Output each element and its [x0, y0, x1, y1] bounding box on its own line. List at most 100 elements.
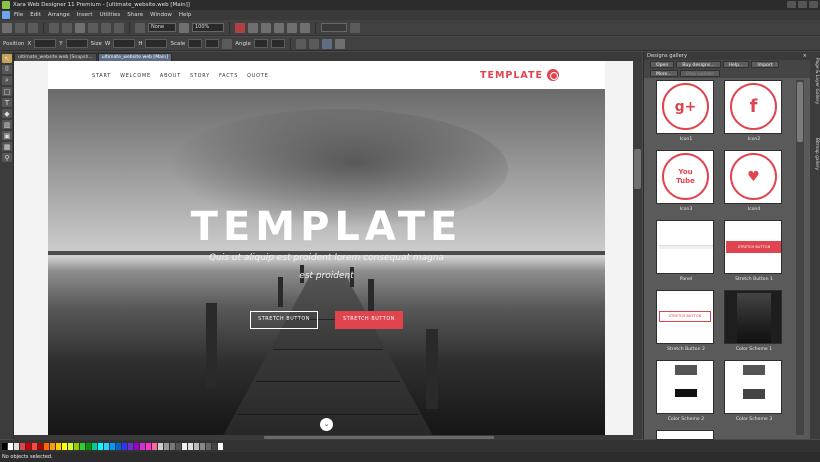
color-swatch[interactable]	[176, 442, 181, 450]
tab-snapshot[interactable]: ultimate_website.web [Snapsh...	[14, 53, 97, 61]
color-swatch[interactable]	[62, 442, 67, 450]
style-select[interactable]: None	[148, 23, 176, 32]
menu-arrange[interactable]: Arrange	[48, 12, 70, 18]
gallery-scrollbar[interactable]	[796, 80, 804, 435]
color-swatch[interactable]	[158, 442, 163, 450]
selector-tool-icon[interactable]: ↖	[2, 54, 12, 63]
hero-section[interactable]: TEMPLATE Quis ut aliquip est proident lo…	[48, 89, 605, 439]
color-swatch[interactable]	[122, 442, 127, 450]
undo-icon[interactable]	[101, 22, 111, 33]
gallery-item[interactable]: f Icon2	[724, 80, 784, 142]
nav-link-facts[interactable]: FACTS	[219, 73, 238, 79]
zoom-tool-icon[interactable]: ⌕	[2, 76, 12, 85]
stretch-button-filled[interactable]: STRETCH BUTTON	[335, 311, 403, 329]
color-swatch[interactable]	[146, 442, 151, 450]
gallery-item[interactable]: ♥ Icon4	[724, 150, 784, 212]
website-page[interactable]: START WELCOME ABOUT STORY FACTS QUOTE TE…	[48, 61, 605, 439]
color-swatch[interactable]	[200, 442, 205, 450]
photo-tool-icon[interactable]: ▦	[2, 142, 12, 151]
color-swatch[interactable]	[8, 442, 13, 450]
tab-bitmap-gallery[interactable]: Bitmap gallery	[811, 138, 819, 170]
color-swatch[interactable]	[20, 442, 25, 450]
web-properties-icon[interactable]	[287, 22, 297, 33]
color-swatch[interactable]	[2, 442, 7, 450]
color-swatch[interactable]	[98, 442, 103, 450]
position-y-field[interactable]	[65, 39, 88, 48]
gallery-item[interactable]: STRETCH BUTTON Stretch Button 1	[724, 220, 784, 282]
scroll-thumb[interactable]	[797, 82, 803, 142]
nav-link-quote[interactable]: QUOTE	[247, 73, 268, 79]
color-swatch[interactable]	[164, 442, 169, 450]
redo-icon[interactable]	[114, 22, 124, 33]
menu-utilities[interactable]: Utilities	[100, 12, 121, 18]
skew-field[interactable]	[270, 39, 285, 48]
color-swatch[interactable]	[80, 442, 85, 450]
maximize-button[interactable]	[798, 1, 807, 8]
size-h-field[interactable]	[145, 39, 168, 48]
stretch-button-outline[interactable]: STRETCH BUTTON	[250, 311, 318, 329]
shadow-tool-icon[interactable]: ▣	[2, 131, 12, 140]
scale-h-field[interactable]	[205, 39, 220, 48]
link-icon[interactable]	[274, 22, 284, 33]
color-swatch[interactable]	[68, 442, 73, 450]
color-swatch[interactable]	[116, 442, 121, 450]
tab-main[interactable]: ultimate_website.web [Main]	[97, 53, 172, 61]
color-swatch[interactable]	[32, 442, 37, 450]
gallery-item[interactable]: STRETCH BUTTON Stretch Button 2	[656, 290, 716, 352]
gallery-item[interactable]: Color Scheme 1	[724, 290, 784, 352]
delete-icon[interactable]	[88, 22, 98, 33]
color-swatch[interactable]	[56, 442, 61, 450]
gallery-import-button[interactable]: Import	[751, 61, 779, 68]
text-tool-icon[interactable]: T	[2, 98, 12, 107]
gallery-item[interactable]: Panel	[656, 220, 716, 282]
color-swatch[interactable]	[92, 442, 97, 450]
fill-tool-icon[interactable]: ◆	[2, 109, 12, 118]
color-swatch[interactable]	[110, 442, 115, 450]
lock-icon[interactable]	[222, 38, 233, 49]
eyedropper-icon[interactable]	[334, 38, 345, 49]
text-select-tool-icon[interactable]: ⌷	[2, 65, 12, 74]
color-swatch[interactable]	[140, 442, 145, 450]
color-swatch[interactable]	[134, 442, 139, 450]
search-icon[interactable]	[300, 22, 310, 33]
nav-link-about[interactable]: ABOUT	[160, 73, 181, 79]
gallery-item[interactable]: You Tube Icon3	[656, 150, 716, 212]
flip-vertical-icon[interactable]	[308, 38, 319, 49]
minimize-button[interactable]	[787, 1, 796, 8]
menu-insert[interactable]: Insert	[77, 12, 93, 18]
color-swatch[interactable]	[194, 442, 199, 450]
color-swatch[interactable]	[44, 442, 49, 450]
design-canvas[interactable]: START WELCOME ABOUT STORY FACTS QUOTE TE…	[14, 61, 633, 439]
color-swatch[interactable]	[50, 442, 55, 450]
gallery-more-button[interactable]: More...	[650, 70, 678, 77]
scroll-thumb[interactable]	[264, 436, 494, 439]
cut-icon[interactable]	[49, 22, 59, 33]
nav-link-story[interactable]: STORY	[190, 73, 210, 79]
menu-help[interactable]: Help	[179, 12, 192, 18]
color-swatch[interactable]	[182, 442, 187, 450]
color-swatch[interactable]	[38, 442, 43, 450]
transparency-tool-icon[interactable]: ▥	[2, 120, 12, 129]
color-swatch[interactable]	[26, 442, 31, 450]
magnifier-tool-icon[interactable]: ⚲	[2, 153, 12, 162]
zoom-select[interactable]: 100%	[192, 23, 224, 32]
color-swatch[interactable]	[212, 442, 217, 450]
preview-icon[interactable]	[235, 22, 245, 33]
canvas-vertical-scrollbar[interactable]	[633, 61, 642, 439]
nav-link-welcome[interactable]: WELCOME	[120, 73, 151, 79]
color-swatch[interactable]	[218, 442, 223, 450]
gallery-open-button[interactable]: Open	[650, 61, 675, 68]
site-brand[interactable]: TEMPLATE	[480, 69, 559, 81]
app-menu-icon[interactable]	[2, 11, 10, 19]
open-icon[interactable]	[15, 22, 25, 33]
gallery-item[interactable]: Color Scheme 2	[656, 360, 716, 422]
save-icon[interactable]	[28, 22, 38, 33]
rectangle-tool-icon[interactable]: □	[2, 87, 12, 96]
zoom-icon[interactable]	[179, 22, 189, 33]
gallery-buy-button[interactable]: Buy designs...	[676, 61, 721, 68]
flip-horizontal-icon[interactable]	[295, 38, 306, 49]
copy-icon[interactable]	[62, 22, 72, 33]
transform-icon[interactable]	[321, 38, 332, 49]
menu-file[interactable]: File	[14, 12, 23, 18]
color-swatch[interactable]	[74, 442, 79, 450]
